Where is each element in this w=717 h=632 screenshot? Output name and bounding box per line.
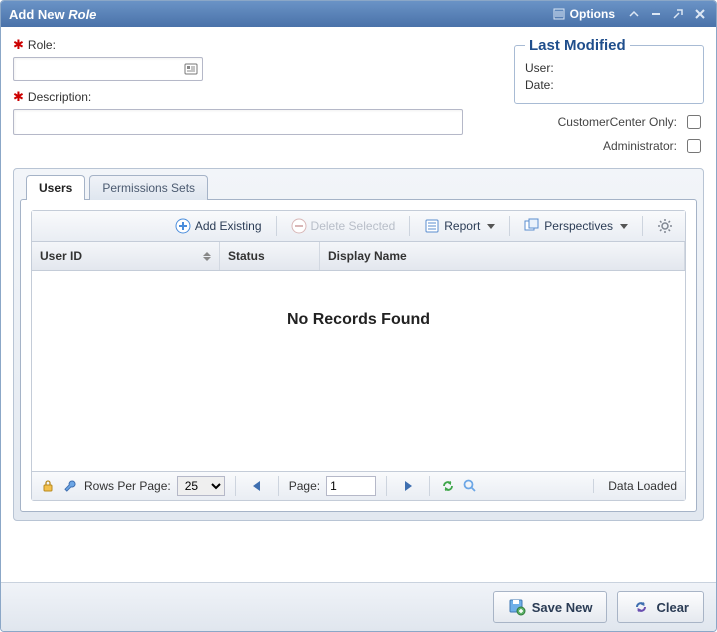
description-input[interactable] bbox=[13, 109, 463, 135]
report-icon bbox=[424, 218, 440, 234]
rows-per-page-label: Rows Per Page: bbox=[84, 479, 171, 493]
save-new-icon bbox=[508, 598, 526, 616]
title-prefix: Add New bbox=[9, 7, 68, 22]
add-existing-button[interactable]: Add Existing bbox=[169, 215, 268, 237]
triangle-left-icon bbox=[253, 481, 260, 491]
administrator-label: Administrator: bbox=[603, 139, 677, 153]
role-input[interactable] bbox=[13, 57, 203, 81]
minus-circle-icon bbox=[291, 218, 307, 234]
customer-center-only-checkbox[interactable] bbox=[687, 115, 701, 129]
window-title: Add New Role bbox=[9, 7, 96, 22]
column-header-status[interactable]: Status bbox=[220, 242, 320, 270]
column-label: Display Name bbox=[328, 249, 407, 263]
options-button[interactable]: Options bbox=[547, 5, 620, 23]
report-button[interactable]: Report bbox=[418, 215, 501, 237]
page-input[interactable] bbox=[326, 476, 376, 496]
tab-label: Users bbox=[39, 181, 72, 195]
collapse-button[interactable] bbox=[626, 6, 642, 22]
grid-column-header-row: User ID Status Display Name bbox=[32, 242, 685, 271]
delete-selected-button[interactable]: Delete Selected bbox=[285, 215, 402, 237]
add-existing-label: Add Existing bbox=[195, 219, 262, 233]
description-field-row: ✱ Description: bbox=[13, 89, 494, 135]
close-button[interactable] bbox=[692, 6, 708, 22]
chevron-down-icon bbox=[620, 224, 628, 229]
tab-users[interactable]: Users bbox=[26, 175, 85, 200]
gear-icon bbox=[657, 218, 673, 234]
description-label: Description: bbox=[28, 90, 91, 104]
delete-selected-label: Delete Selected bbox=[311, 219, 396, 233]
last-modified-legend: Last Modified bbox=[525, 37, 630, 54]
required-star-icon: ✱ bbox=[13, 89, 24, 105]
column-header-user-id[interactable]: User ID bbox=[32, 242, 220, 270]
lock-icon[interactable] bbox=[40, 478, 56, 494]
page-prev-button[interactable] bbox=[246, 476, 268, 496]
grid-settings-button[interactable] bbox=[651, 215, 679, 237]
tab-strip: Users Permissions Sets bbox=[20, 175, 697, 200]
customer-center-only-label: CustomerCenter Only: bbox=[558, 115, 677, 129]
titlebar: Add New Role Options bbox=[1, 1, 716, 27]
title-emph: Role bbox=[68, 7, 96, 22]
tab-label: Permissions Sets bbox=[102, 181, 195, 195]
perspectives-button[interactable]: Perspectives bbox=[518, 215, 634, 237]
content-area: ✱ Role: ✱ Description: bbox=[1, 27, 716, 582]
perspectives-icon bbox=[524, 218, 540, 234]
last-modified-user-label: User: bbox=[525, 61, 569, 75]
role-dialog: Add New Role Options ✱ bbox=[0, 0, 717, 632]
maximize-button[interactable] bbox=[670, 6, 686, 22]
options-icon bbox=[552, 7, 566, 21]
page-label: Page: bbox=[289, 479, 320, 493]
refresh-icon[interactable] bbox=[440, 478, 456, 494]
grid-toolbar: Add Existing Delete Selected bbox=[32, 211, 685, 242]
clear-button[interactable]: Clear bbox=[617, 591, 704, 623]
card-lookup-icon[interactable] bbox=[183, 61, 199, 77]
page-next-button[interactable] bbox=[397, 476, 419, 496]
dialog-button-bar: Save New Clear bbox=[1, 582, 716, 631]
magnifier-icon[interactable] bbox=[462, 478, 478, 494]
tabs-container: Users Permissions Sets Add Existing bbox=[13, 168, 704, 521]
tab-permissions-sets[interactable]: Permissions Sets bbox=[89, 175, 208, 200]
grid-status-text: Data Loaded bbox=[593, 479, 677, 493]
last-modified-date-label: Date: bbox=[525, 78, 569, 92]
wrench-icon[interactable] bbox=[62, 478, 78, 494]
column-label: Status bbox=[228, 249, 265, 263]
perspectives-label: Perspectives bbox=[544, 219, 613, 233]
clear-icon bbox=[632, 598, 650, 616]
column-label: User ID bbox=[40, 249, 82, 263]
minimize-button[interactable] bbox=[648, 6, 664, 22]
rows-per-page-select[interactable]: 25 bbox=[177, 476, 225, 496]
plus-circle-icon bbox=[175, 218, 191, 234]
column-header-display-name[interactable]: Display Name bbox=[320, 242, 685, 270]
last-modified-panel: Last Modified User: Date: bbox=[514, 37, 704, 104]
chevron-down-icon bbox=[487, 224, 495, 229]
save-new-button[interactable]: Save New bbox=[493, 591, 608, 623]
clear-label: Clear bbox=[656, 600, 689, 615]
required-star-icon: ✱ bbox=[13, 37, 24, 53]
users-grid: Add Existing Delete Selected bbox=[31, 210, 686, 501]
triangle-right-icon bbox=[405, 481, 412, 491]
tab-panel-users: Add Existing Delete Selected bbox=[20, 199, 697, 512]
report-label: Report bbox=[444, 219, 480, 233]
grid-footer: Rows Per Page: 25 Page: bbox=[32, 471, 685, 500]
grid-empty-text: No Records Found bbox=[287, 311, 430, 329]
role-field-row: ✱ Role: bbox=[13, 37, 494, 81]
options-label: Options bbox=[570, 7, 615, 21]
sort-indicator-icon bbox=[203, 252, 211, 261]
save-new-label: Save New bbox=[532, 600, 593, 615]
role-label: Role: bbox=[28, 38, 56, 52]
administrator-checkbox[interactable] bbox=[687, 139, 701, 153]
grid-body: No Records Found bbox=[32, 271, 685, 471]
